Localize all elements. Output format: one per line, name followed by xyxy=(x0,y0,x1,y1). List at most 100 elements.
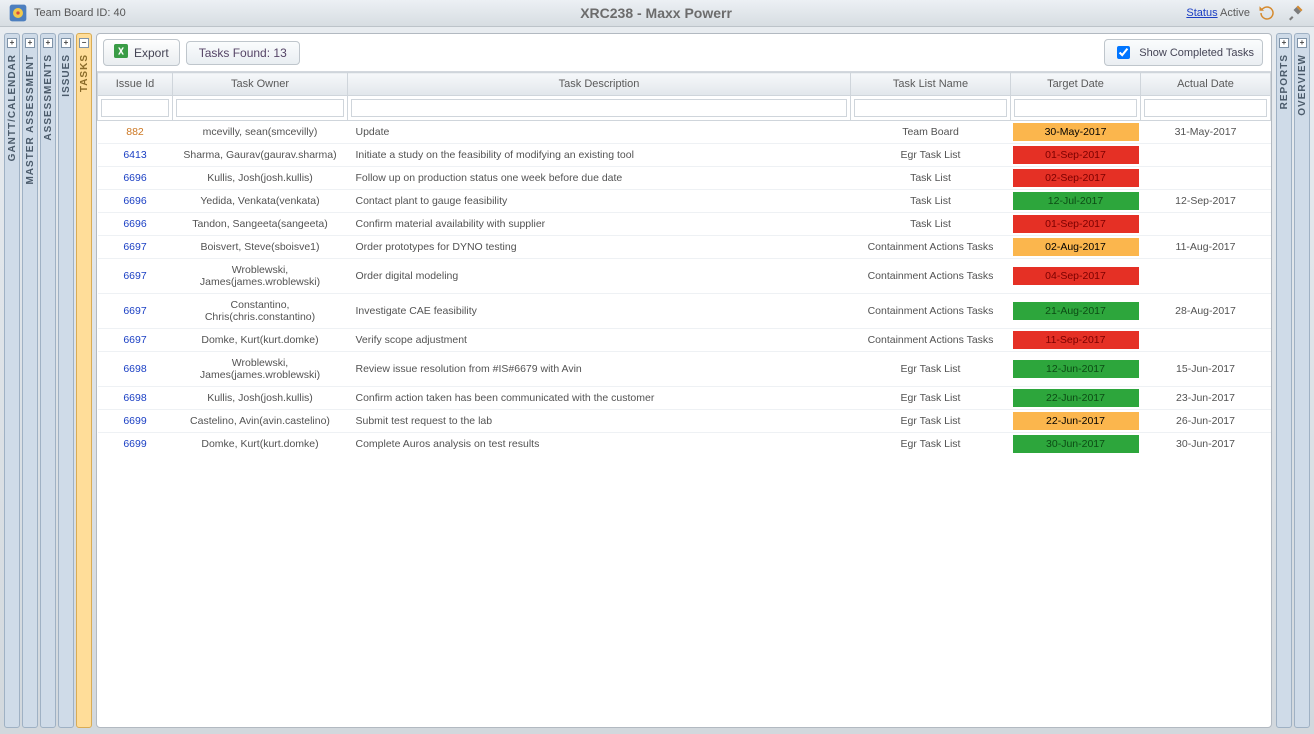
expand-icon[interactable]: + xyxy=(7,38,17,48)
actual-date-cell: 30-Jun-2017 xyxy=(1141,433,1271,456)
tasks-panel: Export Tasks Found: 13 Show Completed Ta… xyxy=(96,33,1272,728)
target-date-chip: 12-Jun-2017 xyxy=(1013,360,1139,378)
table-row: 6413 Sharma, Gaurav(gaurav.sharma)Initiat… xyxy=(98,144,1271,167)
issue-id-link[interactable]: 6698 xyxy=(123,363,146,375)
filter-issue-id[interactable] xyxy=(101,99,169,117)
owner-cell: mcevilly, sean(smcevilly) xyxy=(173,121,348,144)
refresh-icon[interactable] xyxy=(1256,2,1278,24)
side-tab-label: ASSESSMENTS xyxy=(43,54,54,141)
col-task-desc[interactable]: Task Description xyxy=(348,73,851,96)
toolbar: Export Tasks Found: 13 Show Completed Ta… xyxy=(97,34,1271,72)
expand-icon[interactable]: + xyxy=(1279,38,1289,48)
actual-date-cell xyxy=(1141,213,1271,236)
list-cell: Egr Task List xyxy=(851,352,1011,387)
side-tab-reports[interactable]: + REPORTS xyxy=(1276,33,1292,728)
list-cell: Containment Actions Tasks xyxy=(851,259,1011,294)
filter-target[interactable] xyxy=(1014,99,1137,117)
side-tab-overview[interactable]: + OVERVIEW xyxy=(1294,33,1310,728)
actual-date-cell: 12-Sep-2017 xyxy=(1141,190,1271,213)
target-date-chip: 30-May-2017 xyxy=(1013,123,1139,141)
actual-date-cell: 31-May-2017 xyxy=(1141,121,1271,144)
filter-actual[interactable] xyxy=(1144,99,1267,117)
target-date-chip: 30-Jun-2017 xyxy=(1013,435,1139,453)
expand-icon[interactable]: + xyxy=(1297,38,1307,48)
side-tab-label: MASTER ASSESSMENT xyxy=(25,54,36,185)
actual-date-cell: 11-Aug-2017 xyxy=(1141,236,1271,259)
issue-id-link[interactable]: 6696 xyxy=(123,218,146,230)
issue-id-link[interactable]: 6697 xyxy=(123,305,146,317)
side-tab-tasks[interactable]: −TASKS xyxy=(76,33,92,728)
settings-icon[interactable] xyxy=(1284,2,1306,24)
status-link[interactable]: Status xyxy=(1186,7,1217,19)
description-cell: Initiate a study on the feasibility of m… xyxy=(348,144,851,167)
side-tab-master-assessment[interactable]: + MASTER ASSESSMENT xyxy=(22,33,38,728)
actual-date-cell xyxy=(1141,259,1271,294)
table-row: 6697Wroblewski, James(james.wroblewski)O… xyxy=(98,259,1271,294)
issue-id-link[interactable]: 6413 xyxy=(123,149,146,161)
filter-list[interactable] xyxy=(854,99,1007,117)
col-task-owner[interactable]: Task Owner xyxy=(173,73,348,96)
list-cell: Task List xyxy=(851,190,1011,213)
table-row: 6696Yedida, Venkata(venkata)Contact plan… xyxy=(98,190,1271,213)
top-header: Team Board ID: 40 XRC238 - Maxx Powerr S… xyxy=(0,0,1314,27)
side-tab-label: ISSUES xyxy=(61,54,72,97)
excel-icon xyxy=(114,44,128,61)
list-cell: Egr Task List xyxy=(851,433,1011,456)
side-tab-label: OVERVIEW xyxy=(1297,54,1308,116)
issue-id-link[interactable]: 6699 xyxy=(123,415,146,427)
col-issue-id[interactable]: Issue Id xyxy=(98,73,173,96)
actual-date-cell: 26-Jun-2017 xyxy=(1141,410,1271,433)
side-tab-label: REPORTS xyxy=(1279,54,1290,109)
side-tab-issues[interactable]: + ISSUES xyxy=(58,33,74,728)
page-title: XRC238 - Maxx Powerr xyxy=(132,5,1181,21)
filter-desc[interactable] xyxy=(351,99,847,117)
issue-id-link[interactable]: 6699 xyxy=(123,438,146,450)
issue-id-link[interactable]: 6697 xyxy=(123,334,146,346)
list-cell: Task List xyxy=(851,167,1011,190)
actual-date-cell xyxy=(1141,329,1271,352)
target-date-chip: 01-Sep-2017 xyxy=(1013,215,1139,233)
list-cell: Containment Actions Tasks xyxy=(851,236,1011,259)
show-completed-checkbox[interactable] xyxy=(1117,46,1130,59)
expand-icon[interactable]: + xyxy=(25,38,35,48)
collapse-icon[interactable]: − xyxy=(79,38,89,48)
issue-id-link[interactable]: 6697 xyxy=(123,241,146,253)
description-cell: Verify scope adjustment xyxy=(348,329,851,352)
table-row: 6697Constantino, Chris(chris.constantino… xyxy=(98,294,1271,329)
side-tab-gantt-calendar[interactable]: +GANTT/CALENDAR xyxy=(4,33,20,728)
owner-cell: Boisvert, Steve(sboisve1) xyxy=(173,236,348,259)
side-tab-assessments[interactable]: + ASSESSMENTS xyxy=(40,33,56,728)
tasks-found-label: Tasks Found: 13 xyxy=(186,41,300,65)
target-date-chip: 04-Sep-2017 xyxy=(1013,267,1139,285)
issue-id-link[interactable]: 6697 xyxy=(123,270,146,282)
actual-date-cell xyxy=(1141,144,1271,167)
export-label: Export xyxy=(134,46,169,60)
header-row: Issue Id Task Owner Task Description Tas… xyxy=(98,73,1271,96)
description-cell: Confirm material availability with suppl… xyxy=(348,213,851,236)
col-list-name[interactable]: Task List Name xyxy=(851,73,1011,96)
issue-id-link[interactable]: 6698 xyxy=(123,392,146,404)
description-cell: Review issue resolution from #IS#6679 wi… xyxy=(348,352,851,387)
owner-cell: Wroblewski, James(james.wroblewski) xyxy=(173,352,348,387)
actual-date-cell: 23-Jun-2017 xyxy=(1141,387,1271,410)
expand-icon[interactable]: + xyxy=(61,38,71,48)
filter-owner[interactable] xyxy=(176,99,344,117)
description-cell: Complete Auros analysis on test results xyxy=(348,433,851,456)
left-rail: +GANTT/CALENDAR+MASTER ASSESSMENT+ASSESS… xyxy=(0,27,94,734)
description-cell: Contact plant to gauge feasibility xyxy=(348,190,851,213)
owner-cell: Sharma, Gaurav(gaurav.sharma) xyxy=(173,144,348,167)
description-cell: Confirm action taken has been communicat… xyxy=(348,387,851,410)
description-cell: Submit test request to the lab xyxy=(348,410,851,433)
issue-id-link[interactable]: 6696 xyxy=(123,172,146,184)
list-cell: Task List xyxy=(851,213,1011,236)
col-target-date[interactable]: Target Date xyxy=(1011,73,1141,96)
expand-icon[interactable]: + xyxy=(43,38,53,48)
show-completed-toggle[interactable]: Show Completed Tasks xyxy=(1104,39,1263,66)
col-actual-date[interactable]: Actual Date xyxy=(1141,73,1271,96)
board-id-label: Team Board ID: 40 xyxy=(34,7,126,19)
table-row: 6698 Wroblewski, James(james.wroblewski)R… xyxy=(98,352,1271,387)
owner-cell: Tandon, Sangeeta(sangeeta) xyxy=(173,213,348,236)
owner-cell: Domke, Kurt(kurt.domke) xyxy=(173,433,348,456)
issue-id-link[interactable]: 6696 xyxy=(123,195,146,207)
export-button[interactable]: Export xyxy=(103,39,180,66)
